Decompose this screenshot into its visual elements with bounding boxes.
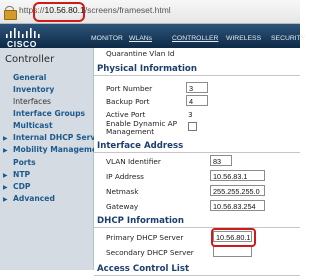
primary-dhcp-label: Primary DHCP Server (106, 233, 184, 242)
nav-wlans-label: WLANs (129, 35, 153, 42)
lock-icon-body (4, 10, 17, 20)
gateway-input[interactable]: 10.56.83.254 (210, 200, 265, 211)
section-interface-address: Interface Address (94, 139, 300, 153)
port-number-input[interactable]: 3 (186, 82, 208, 93)
sidebar-item-inventory[interactable]: Inventory (13, 85, 54, 94)
sidebar-item-ports[interactable]: Ports (13, 158, 36, 167)
url-highlight-ring (33, 2, 85, 22)
browser-address-bar[interactable]: https://10.56.80.1/screens/frameset.html (0, 0, 300, 24)
sidebar-item-advanced[interactable]: Advanced (13, 194, 55, 203)
secondary-dhcp-label: Secondary DHCP Server (106, 248, 194, 257)
ip-address-input[interactable]: 10.56.83.1 (210, 170, 265, 181)
section-physical-information: Physical Information (94, 62, 300, 76)
sidebar-item-internal-dhcp[interactable]: Internal DHCP Server (13, 133, 104, 142)
section-dhcp-information: DHCP Information (94, 214, 300, 228)
sidebar-item-cdp[interactable]: CDP (13, 182, 30, 191)
vlan-identifier-label: VLAN Identifier (106, 157, 161, 166)
nav-wireless[interactable]: WIRELESS (226, 35, 261, 42)
sidebar-item-general[interactable]: General (13, 73, 46, 82)
sidebar-item-interface-groups[interactable]: Interface Groups (13, 109, 85, 118)
netmask-input[interactable]: 255.255.255.0 (210, 185, 265, 196)
expand-arrow-icon[interactable]: ▶ (3, 196, 8, 203)
nav-monitor[interactable]: MONITOR (91, 35, 123, 42)
sidebar-title: Controller (5, 54, 55, 65)
expand-arrow-icon[interactable]: ▶ (3, 172, 8, 179)
nav-controller[interactable]: CONTROLLER (172, 35, 218, 42)
section-access-control-list: Access Control List (94, 262, 300, 276)
main-content: Quarantine Vlan Id Physical Information … (94, 48, 300, 276)
nav-security[interactable]: SECURITY (271, 35, 305, 42)
sidebar-item-mobility[interactable]: Mobility Management (13, 145, 106, 154)
active-port-value: 3 (188, 110, 193, 119)
backup-port-label: Backup Port (106, 97, 150, 106)
quarantine-vlan-label: Quarantine Vlan Id (106, 49, 175, 58)
dhcp-highlight-ring (211, 228, 256, 247)
ip-address-label: IP Address (106, 172, 144, 181)
expand-arrow-icon[interactable]: ▶ (3, 147, 8, 154)
dynamic-ap-checkbox[interactable] (188, 122, 197, 131)
sidebar-item-ntp[interactable]: NTP (13, 170, 30, 179)
expand-arrow-icon[interactable]: ▶ (3, 184, 8, 191)
netmask-label: Netmask (106, 187, 139, 196)
sidebar-item-interfaces[interactable]: Interfaces (13, 97, 51, 106)
port-number-label: Port Number (106, 84, 153, 93)
expand-arrow-icon[interactable]: ▶ (3, 135, 8, 142)
gateway-label: Gateway (106, 202, 139, 211)
sidebar-item-multicast[interactable]: Multicast (13, 121, 53, 130)
secondary-dhcp-input[interactable] (213, 246, 252, 257)
nav-wlans[interactable]: WLANs (129, 35, 152, 42)
backup-port-input[interactable]: 4 (186, 95, 208, 106)
cisco-bars-icon (6, 28, 40, 38)
dynamic-ap-label-line2: Management (106, 127, 155, 136)
active-port-label: Active Port (106, 110, 146, 119)
sidebar: Controller General Inventory Interfaces … (0, 48, 106, 270)
cisco-logo: CISCO (3, 25, 45, 49)
url-path: /screens/frameset.html (84, 5, 171, 15)
vlan-identifier-input[interactable]: 83 (210, 155, 232, 166)
nav-controller-label: CONTROLLER (172, 35, 219, 42)
